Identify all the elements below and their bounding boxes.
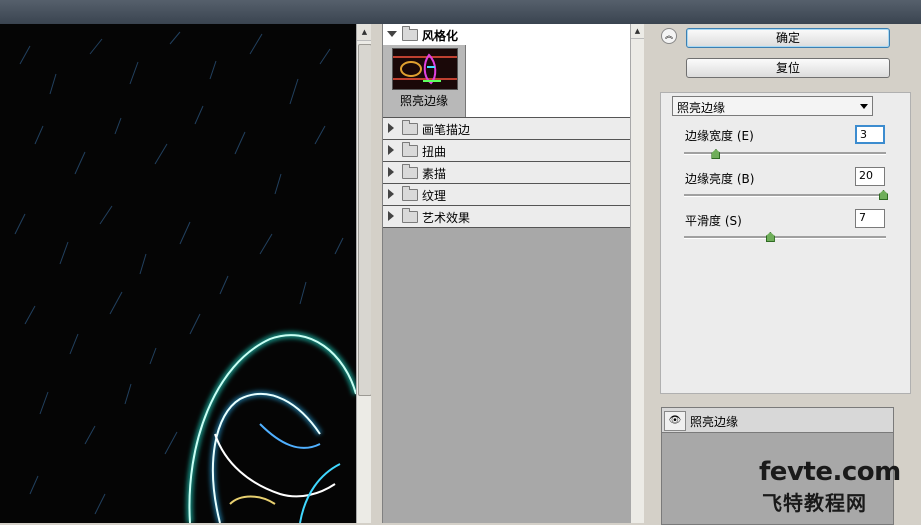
edge-brightness-label: 边缘亮度 (B) [685, 172, 755, 186]
watermark-logo: fevte.com [759, 457, 901, 487]
folder-open-icon [402, 26, 418, 41]
effect-layer-name: 照亮边缘 [690, 415, 739, 429]
thumbnail-label: 照亮边缘 [399, 94, 448, 108]
scroll-up-arrow-icon[interactable]: ▲ [631, 24, 644, 39]
ok-button[interactable]: 确定 [686, 28, 890, 48]
collapsed-triangle-icon [388, 167, 394, 177]
eye-icon[interactable]: 👁 [664, 411, 686, 431]
expanded-triangle-icon [387, 31, 397, 37]
double-chevron-up-icon[interactable]: ︽ [661, 28, 677, 44]
chevron-down-icon [860, 104, 868, 109]
filter-select-value: 照亮边缘 [677, 101, 726, 115]
reset-button[interactable]: 复位 [686, 58, 890, 78]
folder-icon [402, 186, 418, 201]
collapsed-triangle-icon [388, 189, 394, 199]
watermark-logo-text: 飞特教程网 [762, 491, 867, 515]
category-label: 艺术效果 [422, 211, 471, 225]
collapsed-triangle-icon [388, 211, 394, 221]
category-brush-strokes[interactable]: 画笔描边 [383, 118, 631, 140]
category-label: 画笔描边 [422, 123, 471, 137]
collapsed-triangle-icon [388, 123, 394, 133]
category-label: 素描 [422, 167, 447, 181]
folder-icon [402, 142, 418, 157]
category-stylize[interactable]: 风格化 [383, 24, 631, 45]
gallery-scrollbar[interactable]: ▲ [630, 24, 644, 523]
category-label: 风格化 [422, 29, 459, 43]
filter-thumbnail-glowing-edges[interactable]: 照亮边缘 [383, 45, 466, 117]
edge-width-input[interactable]: 3 [855, 125, 885, 144]
edge-brightness-slider-track[interactable] [684, 194, 886, 197]
thumbnail-image [392, 48, 458, 90]
preview-vertical-scrollbar[interactable]: ▲ [356, 24, 372, 523]
category-sketch[interactable]: 素描 [383, 162, 631, 184]
scroll-up-arrow-icon[interactable]: ▲ [357, 24, 372, 41]
preview-canvas[interactable] [0, 24, 356, 523]
filter-select[interactable]: 照亮边缘 [672, 96, 873, 116]
effect-layer-row[interactable]: 👁 照亮边缘 [662, 408, 893, 433]
window-titlebar [0, 0, 921, 24]
smoothness-slider-track[interactable] [684, 236, 886, 239]
scroll-thumb[interactable] [358, 44, 372, 396]
category-texture[interactable]: 纹理 [383, 184, 631, 206]
filter-thumbnails: 照亮边缘 [383, 45, 631, 118]
edge-width-label: 边缘宽度 (E) [685, 129, 754, 143]
category-label: 扭曲 [422, 145, 447, 159]
folder-icon [402, 164, 418, 179]
folder-icon [402, 120, 418, 135]
smoothness-input[interactable]: 7 [855, 209, 885, 228]
category-distort[interactable]: 扭曲 [383, 140, 631, 162]
filter-gallery: 风格化 照亮边缘 画笔描边 扭曲 素描 纹理 艺术效果 [382, 24, 631, 523]
category-label: 纹理 [422, 189, 447, 203]
folder-icon [402, 208, 418, 223]
preview-image [14, 31, 356, 523]
smoothness-label: 平滑度 (S) [685, 214, 742, 228]
collapsed-triangle-icon [388, 145, 394, 155]
edge-brightness-input[interactable]: 20 [855, 167, 885, 186]
category-artistic[interactable]: 艺术效果 [383, 206, 631, 228]
